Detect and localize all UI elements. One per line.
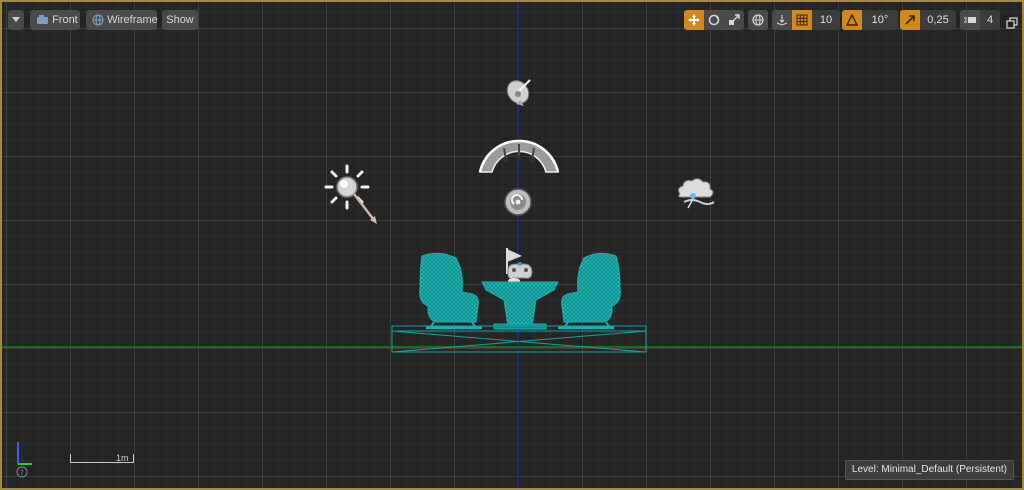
rotate-tool-button[interactable]: [704, 10, 724, 30]
camera-speed-button[interactable]: [960, 10, 980, 30]
level-prefix: Level:: [851, 464, 879, 475]
grid-icon: [796, 14, 808, 26]
exponential-height-fog-icon[interactable]: [674, 176, 716, 210]
surface-snap-icon: [776, 15, 788, 26]
wireframe-sphere-icon: [92, 14, 104, 26]
svg-text:?: ?: [20, 469, 24, 477]
scale-snap-value-text: 0,25: [927, 14, 949, 26]
globe-icon: [752, 14, 764, 26]
rotation-snap-value[interactable]: 10°: [862, 10, 898, 30]
view-mode-button[interactable]: Front: [30, 10, 80, 30]
level-viewport[interactable]: Front Wireframe Show 10 10° 0,25 4 ? 1m …: [0, 0, 1024, 490]
level-indicator: Level: Minimal_Default (Persistent): [844, 460, 1014, 480]
coordinate-system-button[interactable]: [748, 10, 768, 30]
chevron-down-icon: [12, 17, 20, 23]
grid-snap-value-text: 10: [819, 14, 833, 26]
grid-snap-group: 10: [772, 10, 840, 30]
scale-snap-group: 0,25: [900, 10, 956, 30]
grid-snap-value[interactable]: 10: [812, 10, 840, 30]
grid-snap-toggle[interactable]: [792, 10, 812, 30]
view-mode-label: Front: [52, 14, 78, 26]
show-label: Show: [166, 14, 194, 26]
sky-atmosphere-icon[interactable]: [502, 74, 538, 110]
camera-speed-group: 4: [960, 10, 1000, 30]
scale-arrow-icon: [905, 15, 915, 25]
rotation-snap-group: 10°: [842, 10, 898, 30]
left-chair-wireframe: [419, 252, 482, 329]
transform-tools-group: [684, 10, 744, 30]
scale-snap-value[interactable]: 0,25: [920, 10, 956, 30]
scale-bar-label: 1m: [116, 453, 129, 463]
axis-gizmo: ?: [16, 442, 32, 478]
restore-window-icon: [1006, 17, 1018, 29]
camera-icon: [37, 15, 48, 25]
render-mode-button[interactable]: Wireframe: [86, 10, 158, 30]
table-wireframe: [481, 281, 559, 330]
maximize-viewport-button[interactable]: [1006, 14, 1018, 29]
camera-speed-value-text: 4: [986, 14, 994, 26]
floor-platform-wireframe: [391, 325, 647, 353]
right-chair-wireframe: [558, 252, 621, 329]
surface-snap-button[interactable]: [772, 10, 792, 30]
chair-and-table-wireframe[interactable]: [388, 248, 650, 356]
render-mode-label: Wireframe: [107, 14, 158, 26]
scale-icon: [729, 14, 740, 25]
directional-light-icon[interactable]: [324, 164, 380, 226]
rotation-snap-toggle[interactable]: [842, 10, 862, 30]
angle-icon: [846, 14, 858, 26]
show-button[interactable]: Show: [162, 10, 198, 30]
camera-speed-icon: [963, 17, 976, 23]
move-arrows-icon: [688, 14, 700, 26]
level-name: Minimal_Default (Persistent): [881, 464, 1007, 475]
scale-snap-toggle[interactable]: [900, 10, 920, 30]
translate-tool-button[interactable]: [684, 10, 704, 30]
rotation-snap-value-text: 10°: [871, 14, 889, 26]
rotate-icon: [708, 14, 720, 26]
reflection-capture-icon[interactable]: [502, 186, 534, 218]
sky-light-icon[interactable]: [476, 130, 562, 174]
camera-speed-value[interactable]: 4: [980, 10, 1000, 30]
scale-tool-button[interactable]: [724, 10, 744, 30]
viewport-options-button[interactable]: [8, 10, 24, 30]
